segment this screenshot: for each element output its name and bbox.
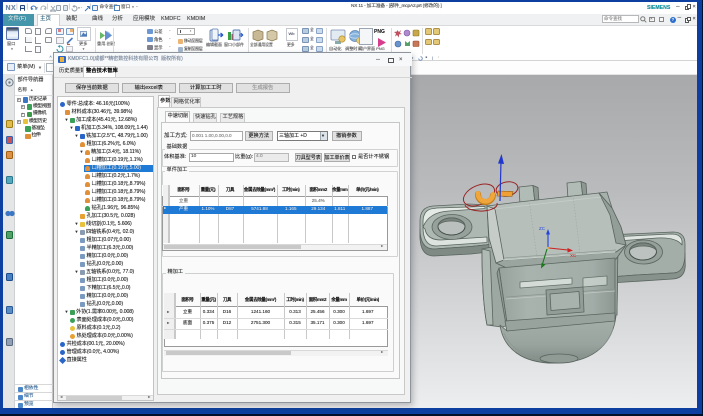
svg-text:XC: XC <box>570 253 577 258</box>
svg-text:ZC: ZC <box>539 226 546 231</box>
